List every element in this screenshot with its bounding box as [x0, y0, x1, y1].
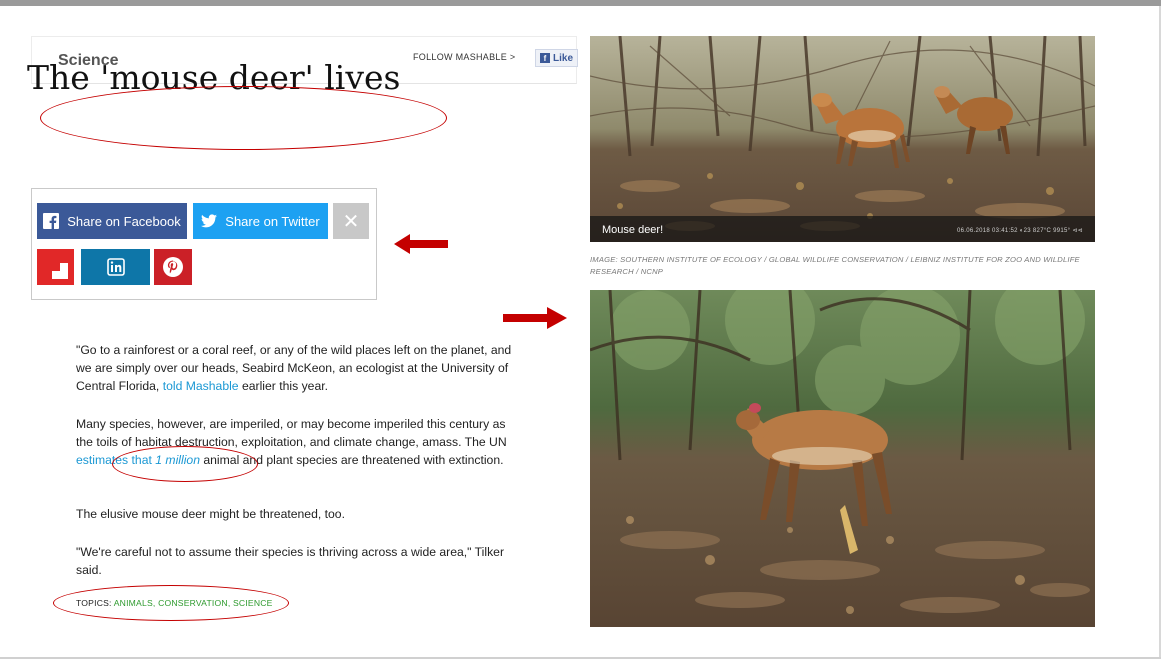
- mouse-deer-photo-2: [590, 290, 1095, 627]
- pinterest-icon: [163, 257, 183, 277]
- share-facebook-label: Share on Facebook: [67, 213, 181, 229]
- facebook-like-button[interactable]: f Like: [535, 49, 579, 67]
- follow-mashable-link[interactable]: FOLLOW MASHABLE >: [413, 52, 515, 62]
- title-annotation-ellipse: [40, 86, 447, 150]
- paragraph-1: "Go to a rainforest or a coral reef, or …: [76, 341, 516, 395]
- share-facebook-button[interactable]: Share on Facebook: [37, 203, 187, 239]
- paragraph-2-text: Many species, however, are imperiled, or…: [76, 417, 507, 449]
- linkedin-icon: [106, 258, 125, 276]
- arrow-right-icon: [503, 307, 567, 329]
- forest-camera-trap-image: [590, 36, 1095, 242]
- close-icon: ✕: [342, 210, 360, 233]
- share-twitter-label: Share on Twitter: [225, 213, 320, 229]
- flipboard-icon: [43, 255, 68, 279]
- share-linkedin-button[interactable]: [81, 249, 150, 285]
- paragraph-1-end: earlier this year.: [238, 379, 329, 393]
- twitter-icon: [201, 214, 218, 228]
- facebook-icon: f: [540, 53, 550, 63]
- share-pinterest-button[interactable]: [154, 249, 192, 285]
- photo-caption: Mouse deer!: [602, 224, 664, 236]
- mouse-deer-photo-1: Mouse deer! 06.06.2018 03:41:52 ◐23 827°…: [590, 36, 1095, 242]
- facebook-icon: [43, 213, 60, 229]
- told-mashable-link[interactable]: told Mashable: [163, 379, 239, 393]
- share-box: Share on Facebook Share on Twitter ✕: [31, 188, 377, 300]
- close-share-button[interactable]: ✕: [333, 203, 369, 239]
- forest-camera-trap-image: [590, 290, 1095, 627]
- share-flipboard-button[interactable]: [37, 249, 74, 285]
- image-credit: IMAGE: SOUTHERN INSTITUTE OF ECOLOGY / G…: [590, 255, 1080, 276]
- share-twitter-button[interactable]: Share on Twitter: [193, 203, 328, 239]
- photo-caption-bar: Mouse deer! 06.06.2018 03:41:52 ◐23 827°…: [590, 216, 1095, 242]
- estimate-annotation-ellipse: [112, 446, 258, 482]
- paragraph-3: The elusive mouse deer might be threaten…: [76, 507, 345, 521]
- camera-timestamp: 06.06.2018 03:41:52 ◐23 827°C 9915° ⊲⊲: [957, 228, 1083, 234]
- paragraph-4: "We're careful not to assume their speci…: [76, 545, 505, 577]
- topics-annotation-ellipse: [53, 585, 289, 621]
- like-label: Like: [553, 52, 574, 64]
- window-top-border: [0, 0, 1161, 6]
- arrow-left-icon: [394, 234, 448, 254]
